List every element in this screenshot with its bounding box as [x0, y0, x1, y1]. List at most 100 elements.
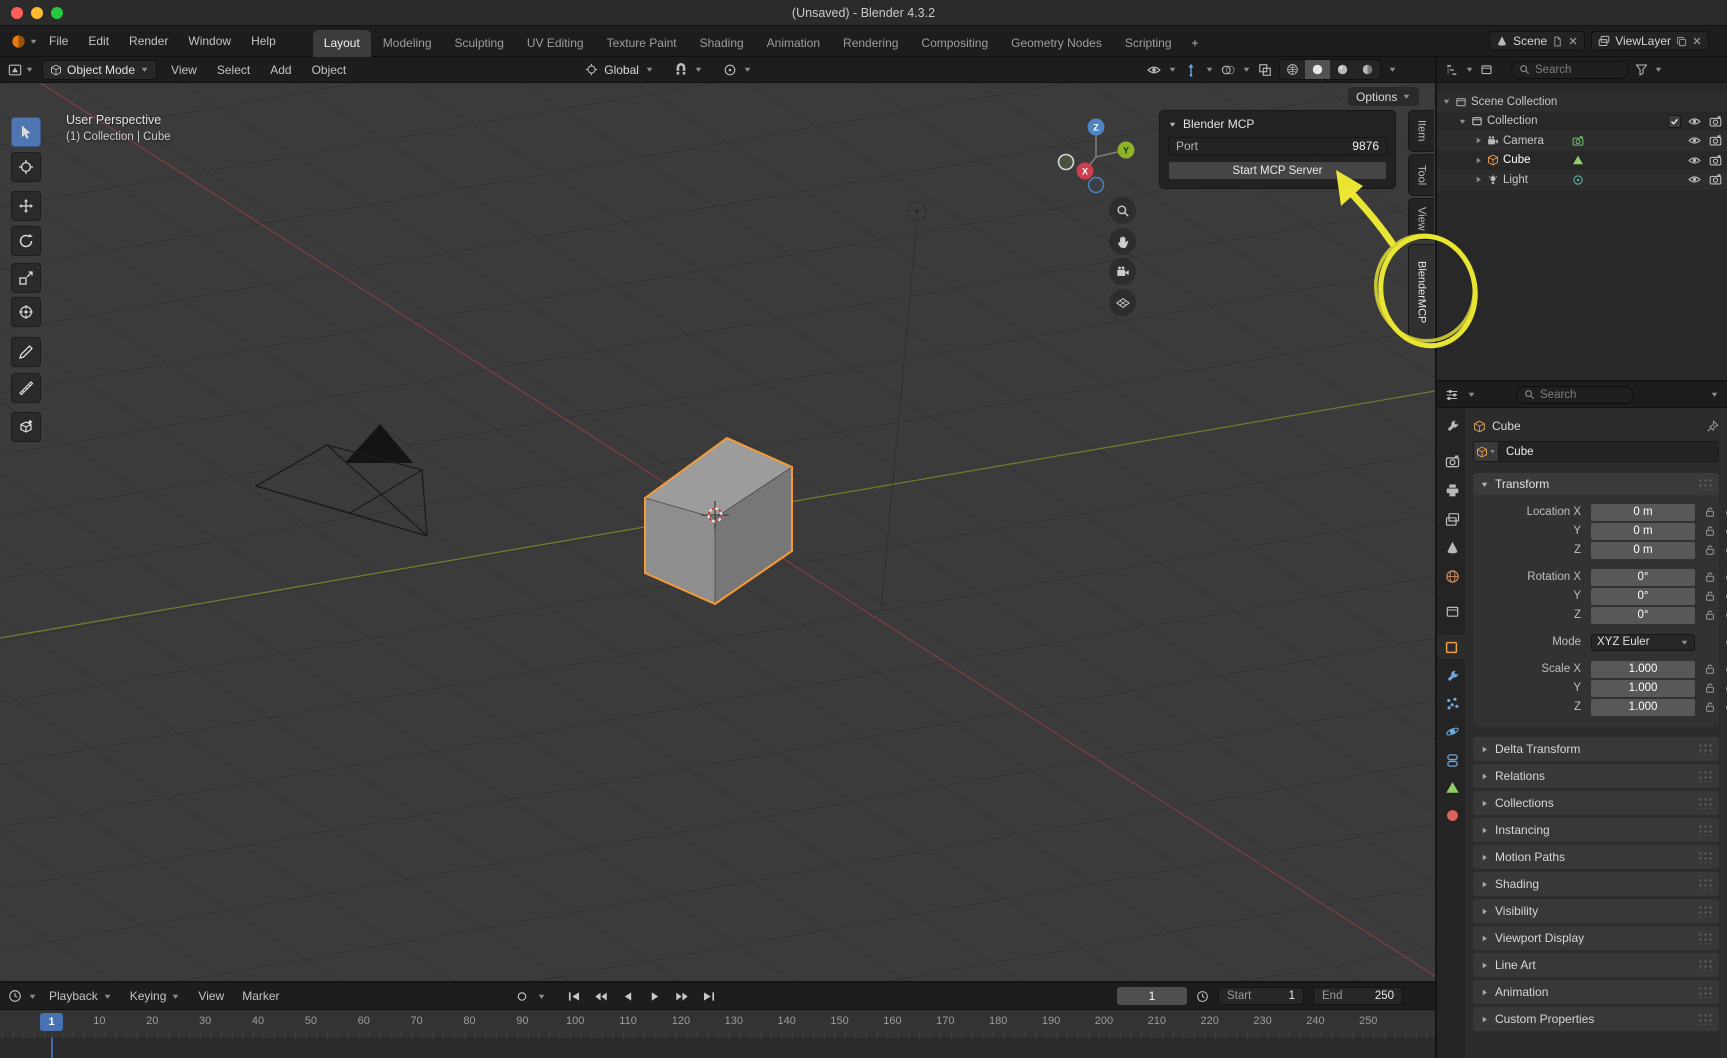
editor-type-button[interactable] [8, 63, 34, 77]
jump-to-start-button[interactable] [562, 987, 586, 1006]
viewport-3d[interactable]: Z Y X User Perspective (1) Collection | … [0, 83, 1435, 981]
expand-chevron-icon[interactable] [1458, 117, 1467, 126]
menu-view[interactable]: View [165, 61, 203, 79]
keying-menu[interactable]: Keying [124, 987, 187, 1005]
workspace-tab-uv-editing[interactable]: UV Editing [516, 30, 595, 57]
workspace-tab-sculpting[interactable]: Sculpting [444, 30, 515, 57]
lock-icon[interactable] [1704, 571, 1716, 583]
sidebar-tab-blendermcp[interactable]: BlenderMCP [1408, 244, 1434, 340]
outliner-editor-icon[interactable] [1445, 63, 1459, 77]
workspace-tab-animation[interactable]: Animation [756, 30, 831, 57]
properties-tab-tool[interactable] [1439, 414, 1465, 438]
properties-tab-constraints[interactable] [1439, 748, 1465, 772]
object-name-input[interactable] [1499, 441, 1719, 462]
panel-grip-icon[interactable] [1698, 824, 1712, 836]
zoom-view-button[interactable] [1109, 197, 1136, 224]
properties-tab-render[interactable] [1439, 449, 1465, 473]
auto-keying-button[interactable] [510, 987, 534, 1006]
hide-in-viewport-icon[interactable] [1688, 115, 1701, 128]
properties-panel-header[interactable]: Shading [1473, 872, 1719, 896]
menu-help[interactable]: Help [242, 31, 285, 51]
panel-grip-icon[interactable] [1698, 478, 1712, 490]
outliner-row-cube[interactable]: Cube [1437, 151, 1727, 171]
expand-chevron-icon[interactable] [1442, 97, 1451, 106]
transform-value-field[interactable]: 0° [1591, 588, 1695, 605]
scene-selector[interactable]: Scene [1489, 31, 1585, 51]
workspace-tab-modeling[interactable]: Modeling [372, 30, 443, 57]
disable-in-renders-icon[interactable] [1709, 115, 1722, 128]
timeline-ruler[interactable]: 1020304050607080901001101201301401501601… [0, 1010, 1435, 1038]
current-frame-marker[interactable]: 1 [40, 1013, 63, 1031]
copy-icon[interactable] [1676, 36, 1687, 47]
workspace-tab-compositing[interactable]: Compositing [910, 30, 999, 57]
properties-search[interactable] [1516, 386, 1634, 404]
snap-magnet-icon[interactable] [674, 63, 688, 77]
panel-grip-icon[interactable] [1698, 770, 1712, 782]
add-workspace-button[interactable]: + [1184, 30, 1207, 57]
timeline-marker-menu[interactable]: Marker [236, 987, 285, 1005]
outliner-row-light[interactable]: Light [1437, 170, 1727, 190]
minimize-window-button[interactable] [31, 7, 43, 19]
sidebar-tab-view[interactable]: View [1408, 198, 1434, 240]
properties-tab-output[interactable] [1439, 478, 1465, 502]
frame-start-field[interactable]: Start 1 [1218, 987, 1304, 1005]
hide-in-viewport-icon[interactable] [1688, 154, 1701, 167]
disable-in-renders-icon[interactable] [1709, 154, 1722, 167]
mode-dropdown[interactable]: Object Mode [42, 60, 157, 80]
zoom-window-button[interactable] [51, 7, 63, 19]
outliner-row-camera[interactable]: Camera [1437, 131, 1727, 151]
start-mcp-server-button[interactable]: Start MCP Server [1168, 161, 1387, 180]
lock-icon[interactable] [1704, 525, 1716, 537]
properties-tab-particles[interactable] [1439, 691, 1465, 715]
properties-panel-header[interactable]: Animation [1473, 980, 1719, 1004]
shading-wireframe-button[interactable] [1280, 60, 1305, 79]
new-scene-icon[interactable] [1552, 36, 1563, 47]
properties-search-input[interactable] [1540, 389, 1626, 401]
preview-range-icon[interactable] [1196, 990, 1209, 1003]
close-icon[interactable] [1568, 36, 1578, 46]
expand-chevron-icon[interactable] [1474, 156, 1483, 165]
camera-view-button[interactable] [1109, 258, 1136, 285]
properties-panel-header[interactable]: Visibility [1473, 899, 1719, 923]
tool-rotate[interactable] [11, 226, 41, 256]
workspace-tab-geometry-nodes[interactable]: Geometry Nodes [1000, 30, 1113, 57]
menu-file[interactable]: File [40, 31, 77, 51]
shading-rendered-button[interactable] [1355, 60, 1380, 79]
proportional-editing-icon[interactable] [723, 63, 737, 77]
workspace-tab-texture-paint[interactable]: Texture Paint [596, 30, 688, 57]
xray-toggle-icon[interactable] [1258, 63, 1272, 77]
tool-scale[interactable] [11, 263, 41, 293]
properties-tab-material[interactable] [1439, 803, 1465, 827]
playback-menu[interactable]: Playback [43, 987, 118, 1005]
display-mode-icon[interactable] [1480, 63, 1493, 76]
play-reverse-button[interactable] [616, 987, 640, 1006]
object-visibility-icon[interactable] [1147, 63, 1161, 77]
outliner-search-input[interactable] [1535, 64, 1621, 76]
menu-object[interactable]: Object [306, 61, 353, 79]
transform-value-field[interactable]: 0 m [1591, 504, 1695, 521]
object-id-icon[interactable] [1473, 441, 1499, 462]
filter-icon[interactable] [1635, 63, 1648, 76]
tool-cursor[interactable] [11, 152, 41, 182]
properties-tab-data[interactable] [1439, 775, 1465, 799]
timeline-editor-icon[interactable] [8, 989, 22, 1003]
mesh-data-icon[interactable] [1572, 154, 1584, 166]
navigation-gizmo[interactable]: Z Y X [1059, 119, 1135, 193]
panel-grip-icon[interactable] [1698, 905, 1712, 917]
lock-icon[interactable] [1704, 609, 1716, 621]
playhead-line[interactable] [51, 1038, 53, 1058]
lock-icon[interactable] [1704, 506, 1716, 518]
properties-tab-modifiers[interactable] [1439, 664, 1465, 688]
tool-annotate[interactable] [11, 337, 41, 367]
frame-end-field[interactable]: End 250 [1313, 987, 1403, 1005]
chevron-down-icon[interactable] [1710, 390, 1719, 399]
close-window-button[interactable] [11, 7, 23, 19]
tool-transform[interactable] [11, 297, 41, 327]
expand-chevron-icon[interactable] [1474, 175, 1483, 184]
collection-checkbox[interactable] [1668, 115, 1681, 128]
pan-view-button[interactable] [1109, 228, 1136, 255]
properties-panel-header[interactable]: Viewport Display [1473, 926, 1719, 950]
transform-panel-header[interactable]: Transform [1473, 473, 1719, 495]
lock-icon[interactable] [1704, 544, 1716, 556]
tool-move[interactable] [11, 191, 41, 221]
